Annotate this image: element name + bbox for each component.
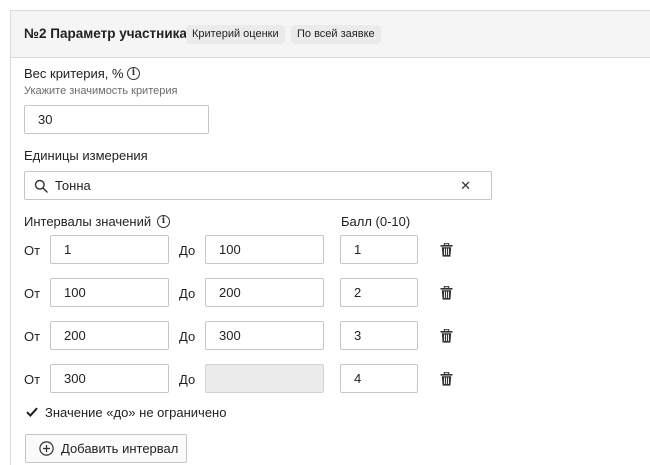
search-icon <box>34 179 48 193</box>
to-label: До <box>179 372 196 387</box>
from-label: От <box>24 372 41 387</box>
trash-icon[interactable] <box>440 286 453 300</box>
trash-icon[interactable] <box>440 243 453 257</box>
badge-criterion-type: Критерий оценки <box>186 25 285 44</box>
units-search-input[interactable]: Тонна ✕ <box>24 171 492 200</box>
close-icon[interactable]: ✕ <box>460 172 471 199</box>
interval-to-input[interactable]: 100 <box>205 235 324 264</box>
trash-icon[interactable] <box>440 372 453 386</box>
units-label: Единицы измерения <box>24 148 148 163</box>
interval-to-input-disabled <box>205 364 324 393</box>
plus-circle-icon <box>39 441 54 456</box>
weight-label: Вес критерия, % <box>24 66 124 81</box>
interval-from-input[interactable]: 1 <box>50 235 169 264</box>
info-icon[interactable]: i <box>157 215 170 228</box>
criterion-header: №2 Параметр участника Критерий оценки По… <box>11 11 650 58</box>
interval-from-input[interactable]: 200 <box>50 321 169 350</box>
weight-hint: Укажите значимость критерия <box>24 85 178 97</box>
interval-to-input[interactable]: 300 <box>205 321 324 350</box>
interval-to-input[interactable]: 200 <box>205 278 324 307</box>
from-label: От <box>24 243 41 258</box>
intervals-label: Интервалы значений <box>24 214 152 229</box>
info-icon[interactable]: i <box>127 67 140 80</box>
interval-from-input[interactable]: 300 <box>50 364 169 393</box>
add-interval-label: Добавить интервал <box>61 441 179 456</box>
units-value: Тонна <box>55 178 91 193</box>
interval-score-input[interactable]: 3 <box>340 321 418 350</box>
interval-score-input[interactable]: 4 <box>340 364 418 393</box>
to-label: До <box>179 286 196 301</box>
criterion-title: №2 Параметр участника <box>24 26 187 41</box>
interval-score-input[interactable]: 1 <box>340 235 418 264</box>
check-icon[interactable] <box>25 405 39 419</box>
unlimited-checkbox-label[interactable]: Значение «до» не ограничено <box>45 405 226 420</box>
from-label: От <box>24 286 41 301</box>
interval-from-input[interactable]: 100 <box>50 278 169 307</box>
score-label: Балл (0-10) <box>341 214 411 229</box>
to-label: До <box>179 243 196 258</box>
from-label: От <box>24 329 41 344</box>
trash-icon[interactable] <box>440 329 453 343</box>
weight-input[interactable]: 30 <box>24 105 209 134</box>
to-label: До <box>179 329 196 344</box>
interval-score-input[interactable]: 2 <box>340 278 418 307</box>
badge-scope: По всей заявке <box>291 25 381 44</box>
add-interval-button[interactable]: Добавить интервал <box>25 434 187 463</box>
